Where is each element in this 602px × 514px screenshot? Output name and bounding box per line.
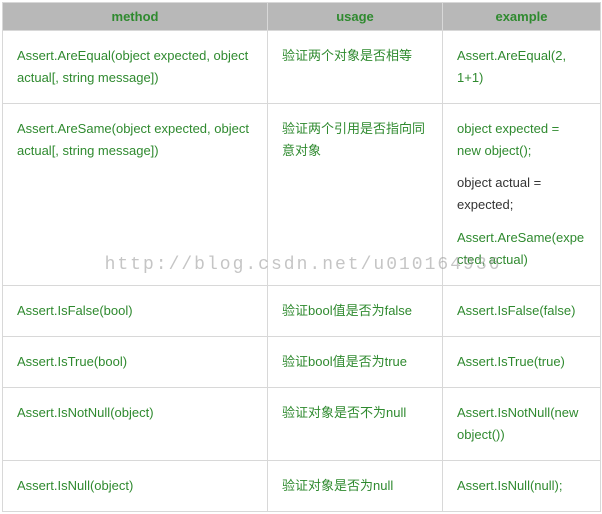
col-header-example: example [443, 3, 601, 31]
example-line: Assert.AreEqual(2, 1+1) [457, 45, 586, 89]
table-row: Assert.IsNotNull(object)验证对象是否不为null Asse… [3, 387, 601, 460]
cell-usage: 验证bool值是否为false [268, 285, 443, 336]
cell-method: Assert.IsNull(object) [3, 461, 268, 512]
cell-example: Assert.IsFalse(false) [443, 285, 601, 336]
col-header-method: method [3, 3, 268, 31]
cell-usage: 验证两个引用是否指向同意对象 [268, 104, 443, 286]
example-line: object expected = new object(); [457, 118, 586, 162]
example-line: Assert.IsFalse(false) [457, 300, 586, 322]
cell-example: Assert.AreEqual(2, 1+1) [443, 31, 601, 104]
example-line: Assert.IsTrue(true) [457, 351, 586, 373]
example-line: object actual = expected; [457, 172, 586, 216]
cell-method: Assert.AreEqual(object expected, object … [3, 31, 268, 104]
cell-usage: 验证两个对象是否相等 [268, 31, 443, 104]
cell-method: Assert.IsFalse(bool) [3, 285, 268, 336]
cell-method: Assert.IsTrue(bool) [3, 336, 268, 387]
col-header-usage: usage [268, 3, 443, 31]
table-row: Assert.IsFalse(bool)验证bool值是否为false Asser… [3, 285, 601, 336]
example-line: Assert.AreSame(expected, actual) [457, 227, 586, 271]
cell-example: Assert.IsNotNull(new object()) [443, 387, 601, 460]
example-line: Assert.IsNotNull(new object()) [457, 402, 586, 446]
table-row: Assert.IsTrue(bool)验证bool值是否为true Assert.… [3, 336, 601, 387]
cell-example: Assert.IsTrue(true) [443, 336, 601, 387]
table-row: Assert.AreSame(object expected, object a… [3, 104, 601, 286]
table-row: Assert.AreEqual(object expected, object … [3, 31, 601, 104]
assert-methods-table: method usage example Assert.AreEqual(obj… [2, 2, 601, 512]
cell-usage: 验证bool值是否为true [268, 336, 443, 387]
cell-example: Assert.IsNull(null); [443, 461, 601, 512]
cell-example: object expected = new object(); object ac… [443, 104, 601, 286]
table-row: Assert.IsNull(object)验证对象是否为null Assert.I… [3, 461, 601, 512]
cell-method: Assert.IsNotNull(object) [3, 387, 268, 460]
cell-method: Assert.AreSame(object expected, object a… [3, 104, 268, 286]
table-header-row: method usage example [3, 3, 601, 31]
example-line: Assert.IsNull(null); [457, 475, 586, 497]
cell-usage: 验证对象是否不为null [268, 387, 443, 460]
cell-usage: 验证对象是否为null [268, 461, 443, 512]
